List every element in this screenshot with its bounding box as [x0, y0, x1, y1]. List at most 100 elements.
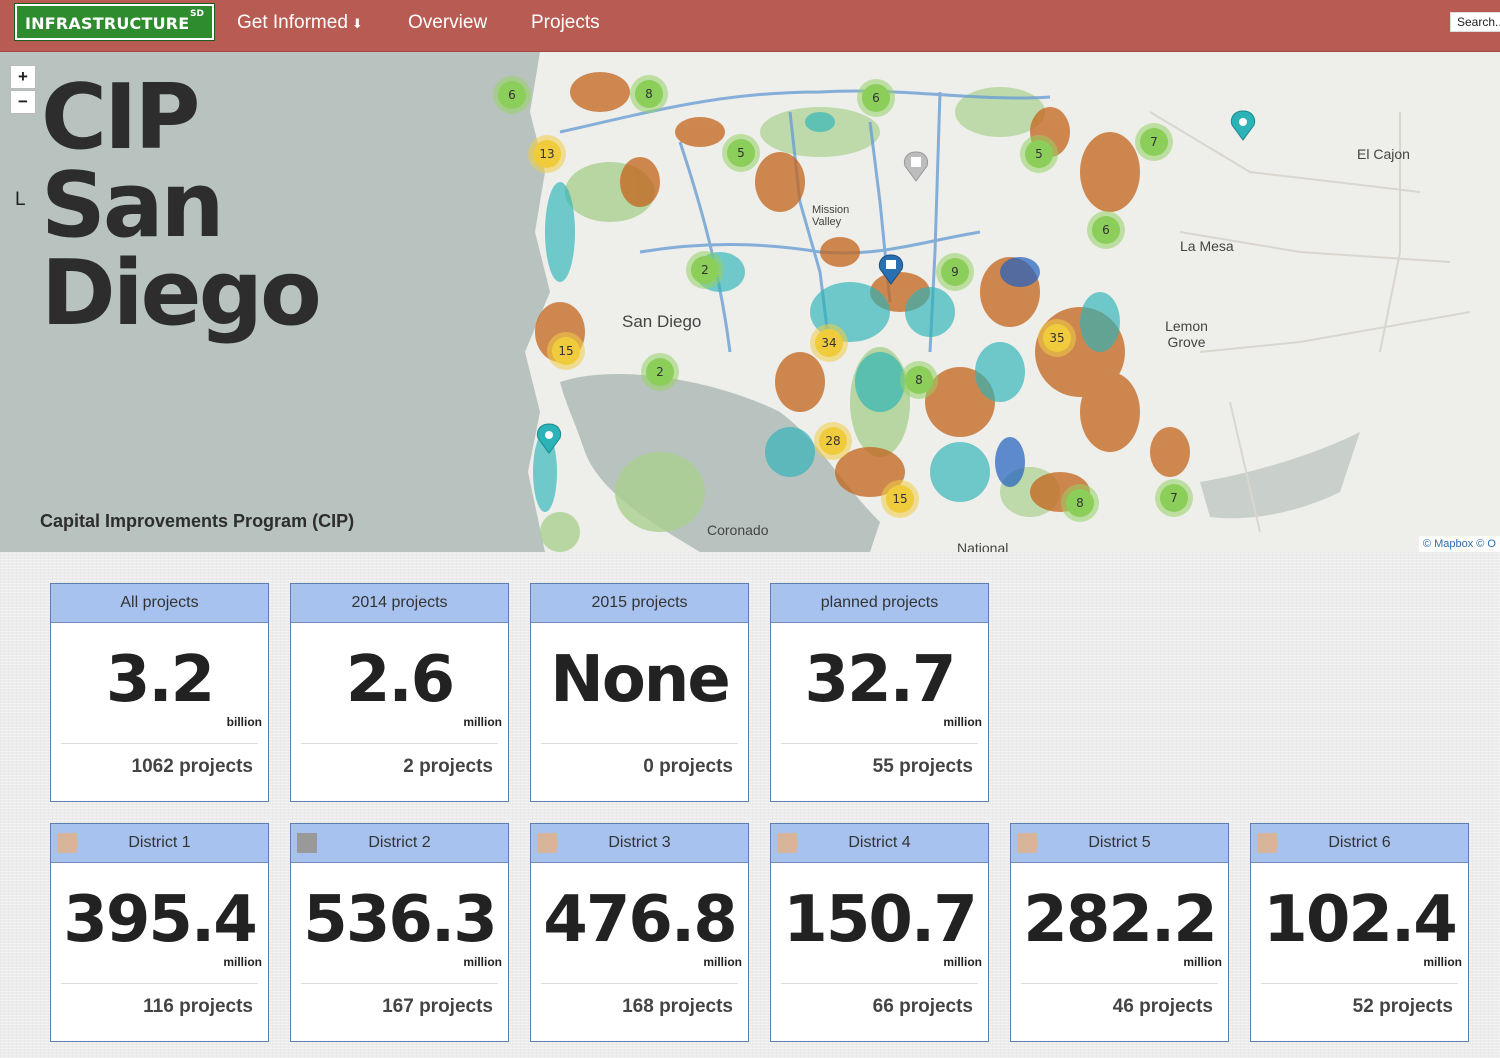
- infrastructure-logo[interactable]: INFRASTRUCTURE SD: [14, 3, 215, 41]
- place-label: National: [957, 540, 1009, 552]
- map-cluster[interactable]: 35: [1043, 324, 1071, 352]
- card-title: District 1: [128, 834, 191, 851]
- card-header: District 1: [51, 824, 268, 863]
- card-value: 32.7: [804, 643, 957, 717]
- district-card[interactable]: District 2 536.3 million 167 projects: [290, 823, 509, 1042]
- card-count: 2 projects: [403, 756, 493, 777]
- nav-projects[interactable]: Projects: [531, 12, 600, 34]
- card-value: 2.6: [345, 643, 455, 717]
- card-unit: million: [463, 955, 502, 969]
- card-title: planned projects: [771, 584, 988, 623]
- place-label: La Mesa: [1180, 238, 1234, 254]
- logo-sup: SD: [190, 9, 204, 19]
- nav-overview[interactable]: Overview: [408, 12, 487, 34]
- map-cluster[interactable]: 13: [533, 140, 561, 168]
- card-count: 116 projects: [143, 996, 253, 1017]
- summary-card[interactable]: 2014 projects 2.6 million 2 projects: [290, 583, 509, 802]
- card-count: 0 projects: [643, 756, 733, 777]
- card-divider: [781, 743, 978, 744]
- card-title: District 5: [1088, 834, 1151, 851]
- map-cluster[interactable]: 8: [1066, 489, 1094, 517]
- district-card[interactable]: District 5 282.2 million 46 projects: [1010, 823, 1229, 1042]
- card-divider: [541, 983, 738, 984]
- card-value: 150.7: [783, 883, 977, 957]
- map-cluster[interactable]: 2: [691, 256, 719, 284]
- card-divider: [301, 743, 498, 744]
- map-attribution[interactable]: © Mapbox © O: [1418, 536, 1500, 552]
- district-card[interactable]: District 6 102.4 million 52 projects: [1250, 823, 1469, 1042]
- map-cluster[interactable]: 2: [646, 358, 674, 386]
- map-subtitle: Capital Improvements Program (CIP): [40, 511, 355, 531]
- card-divider: [61, 983, 258, 984]
- card-value: 476.8: [543, 883, 737, 957]
- search-input[interactable]: Search...: [1450, 12, 1500, 32]
- map-cluster[interactable]: 7: [1140, 128, 1168, 156]
- map-cluster[interactable]: 15: [886, 485, 914, 513]
- project-map[interactable]: + − L CIP San Diego Capital Improvements…: [0, 52, 1500, 552]
- card-divider: [301, 983, 498, 984]
- summary-card[interactable]: All projects 3.2 billion 1062 projects: [50, 583, 269, 802]
- map-cluster[interactable]: 34: [815, 329, 843, 357]
- avatar: [297, 833, 317, 853]
- card-header: District 5: [1011, 824, 1228, 863]
- place-label: Lemon Grove: [1165, 318, 1208, 350]
- summary-card[interactable]: planned projects 32.7 million 55 project…: [770, 583, 989, 802]
- card-count: 46 projects: [1112, 996, 1213, 1017]
- card-count: 1062 projects: [131, 756, 253, 777]
- map-cluster[interactable]: 28: [819, 427, 847, 455]
- card-divider: [61, 743, 258, 744]
- card-header: District 4: [771, 824, 988, 863]
- layers-control[interactable]: L: [15, 189, 26, 211]
- card-unit: million: [1183, 955, 1222, 969]
- map-cluster[interactable]: 6: [498, 81, 526, 109]
- map-cluster[interactable]: 8: [905, 366, 933, 394]
- card-value: 536.3: [303, 883, 497, 957]
- card-divider: [1261, 983, 1458, 984]
- card-title: District 6: [1328, 834, 1391, 851]
- map-cluster[interactable]: 5: [1025, 140, 1053, 168]
- nav-get-informed[interactable]: Get Informed ⬇: [237, 12, 363, 34]
- card-divider: [541, 743, 738, 744]
- district-card[interactable]: District 3 476.8 million 168 projects: [530, 823, 749, 1042]
- card-count: 168 projects: [622, 996, 733, 1017]
- card-unit: million: [1423, 955, 1462, 969]
- card-title: 2014 projects: [291, 584, 508, 623]
- map-cluster[interactable]: 7: [1160, 484, 1188, 512]
- place-label: El Cajon: [1357, 146, 1410, 162]
- map-cluster[interactable]: 5: [727, 139, 755, 167]
- map-cluster[interactable]: 9: [941, 258, 969, 286]
- card-title: All projects: [51, 584, 268, 623]
- place-label: Coronado: [707, 522, 769, 538]
- map-cluster[interactable]: 8: [635, 80, 663, 108]
- map-cluster[interactable]: 6: [1092, 216, 1120, 244]
- card-value: 102.4: [1263, 883, 1457, 957]
- district-card[interactable]: District 1 395.4 million 116 projects: [50, 823, 269, 1042]
- district-card[interactable]: District 4 150.7 million 66 projects: [770, 823, 989, 1042]
- map-cluster[interactable]: 6: [862, 84, 890, 112]
- map-title: CIP San Diego: [41, 65, 322, 346]
- card-unit: million: [943, 955, 982, 969]
- card-count: 167 projects: [382, 996, 493, 1017]
- arrow-down-icon: ⬇: [351, 16, 363, 31]
- card-unit: million: [943, 715, 982, 729]
- zoom-out-button[interactable]: −: [10, 90, 36, 114]
- zoom-in-button[interactable]: +: [10, 65, 36, 89]
- avatar: [1017, 833, 1037, 853]
- card-title: 2015 projects: [531, 584, 748, 623]
- card-title: District 2: [368, 834, 431, 851]
- card-count: 55 projects: [872, 756, 973, 777]
- avatar: [1257, 833, 1277, 853]
- place-label: Mission Valley: [812, 204, 850, 228]
- avatar: [777, 833, 797, 853]
- card-unit: million: [703, 955, 742, 969]
- card-divider: [1021, 983, 1218, 984]
- card-count: 52 projects: [1352, 996, 1453, 1017]
- nav-get-informed-label: Get Informed: [237, 12, 348, 33]
- card-unit: million: [223, 955, 262, 969]
- summary-card[interactable]: 2015 projects None 0 projects: [530, 583, 749, 802]
- card-unit: billion: [226, 715, 262, 729]
- card-count: 66 projects: [872, 996, 973, 1017]
- card-header: District 3: [531, 824, 748, 863]
- map-cluster[interactable]: 15: [552, 337, 580, 365]
- card-value: 3.2: [105, 643, 215, 717]
